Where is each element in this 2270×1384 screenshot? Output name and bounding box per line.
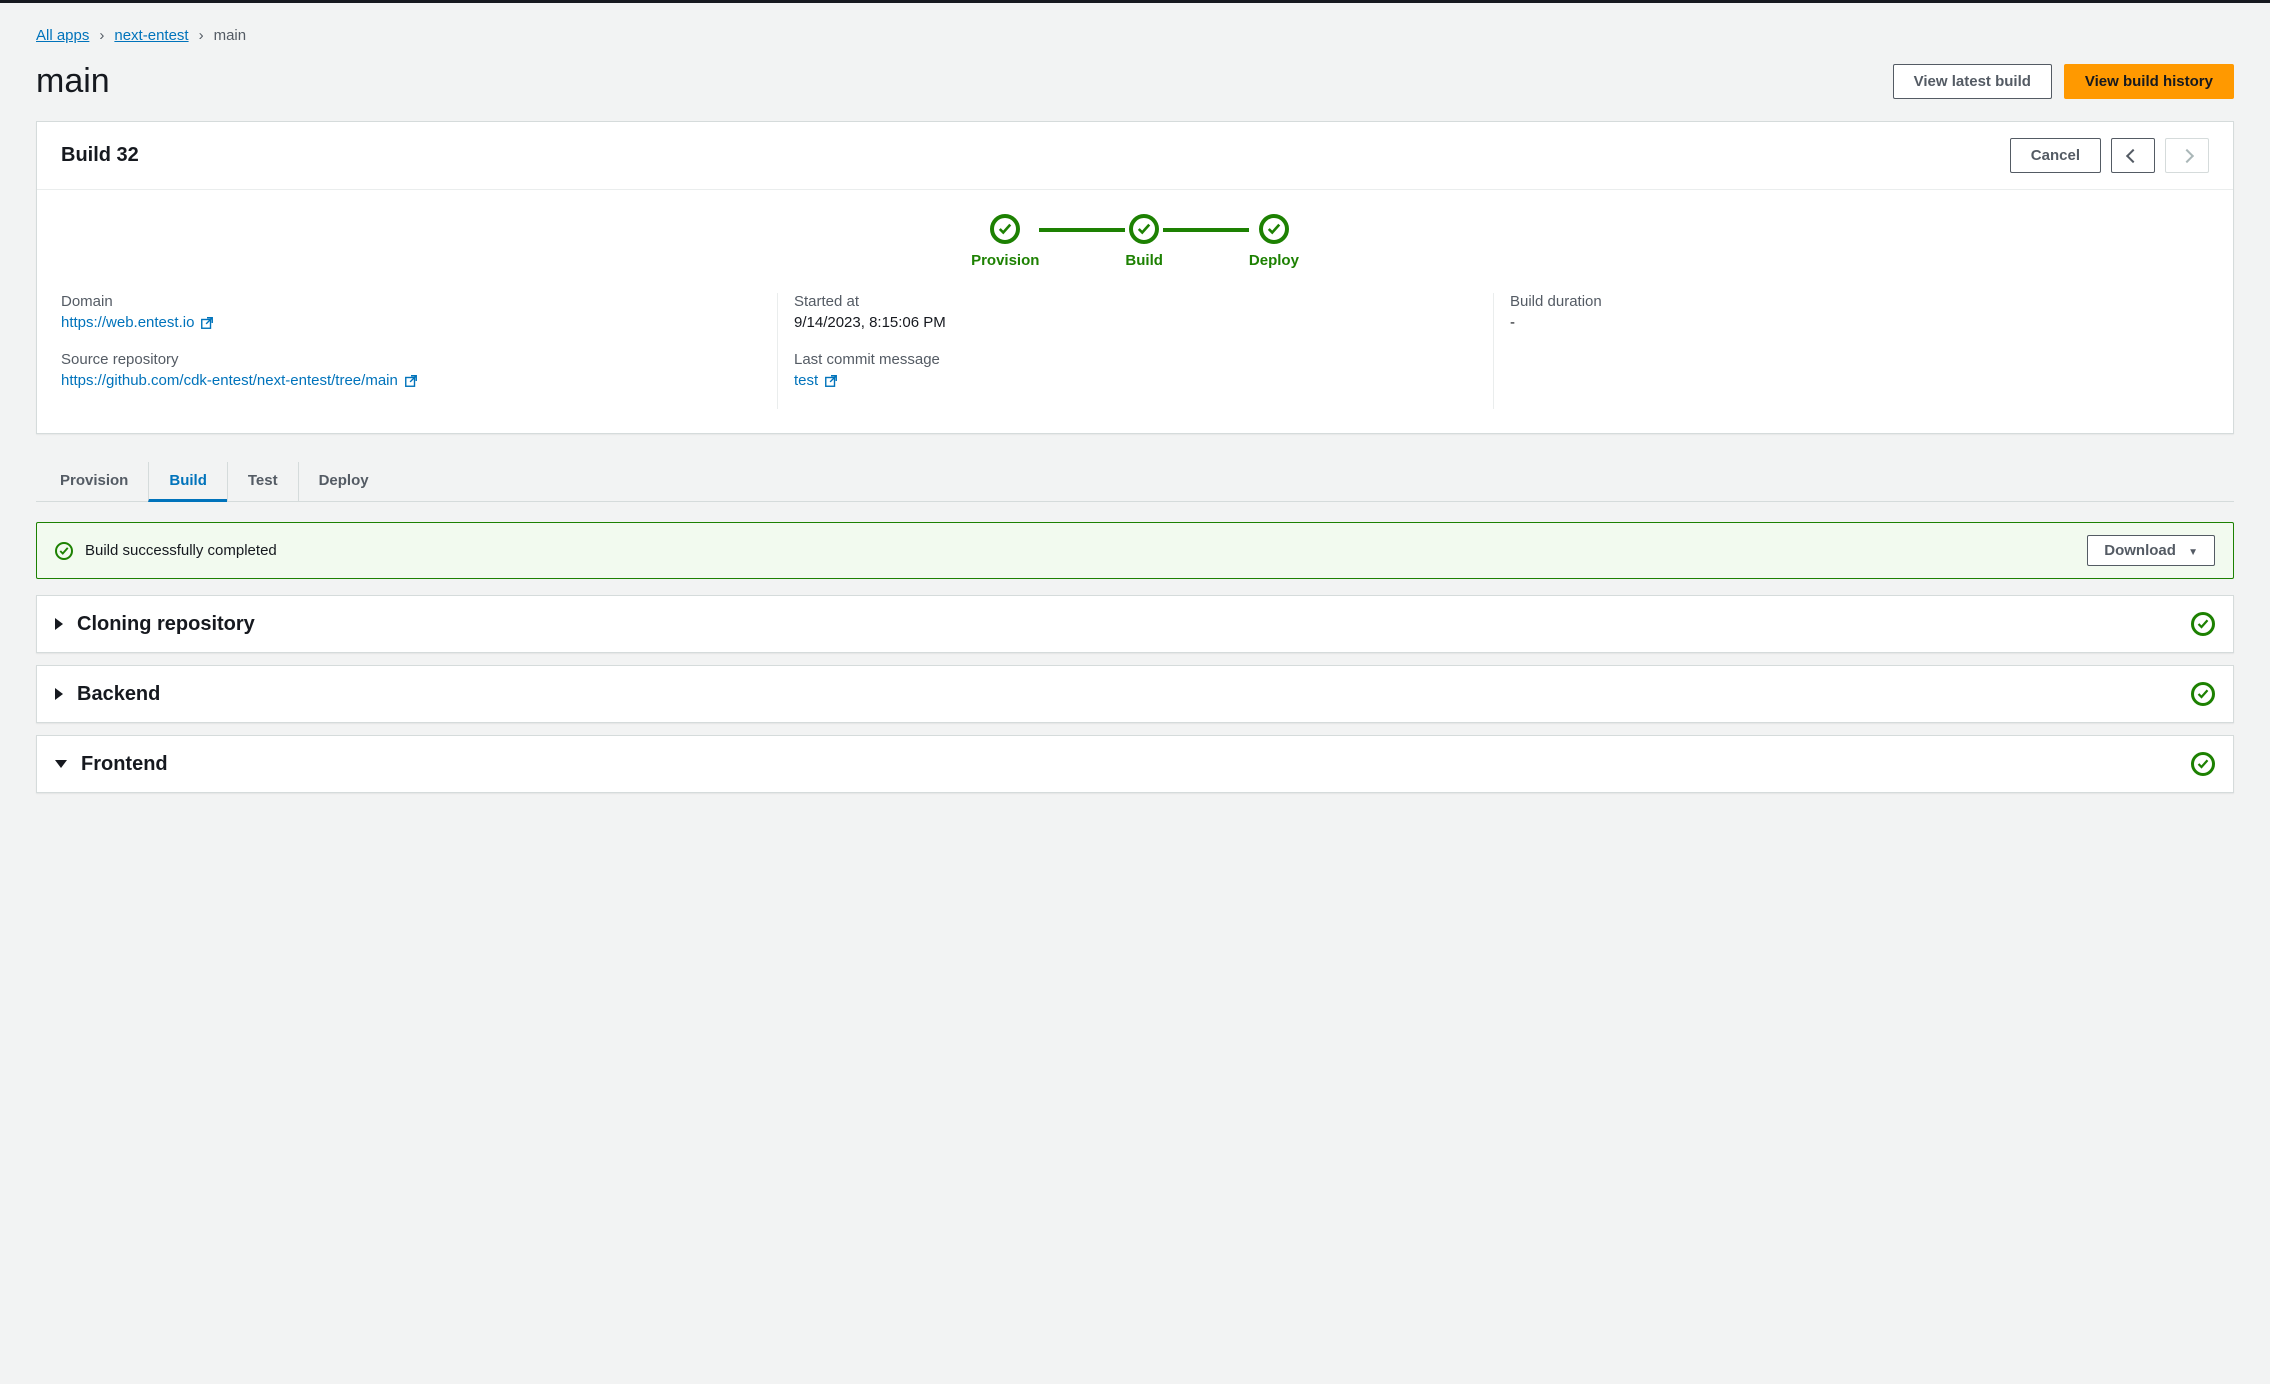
section-backend-header[interactable]: Backend [37,666,2233,722]
chevron-right-icon [2180,148,2194,162]
stage-label: Provision [971,252,1039,269]
stage-build: Build [1125,214,1163,269]
pipeline-connector [1163,228,1249,232]
section-backend: Backend [36,665,2234,723]
pipeline-connector [1039,228,1125,232]
commit-link[interactable]: test [794,372,818,389]
prev-build-button[interactable] [2111,138,2155,173]
chevron-left-icon [2126,148,2140,162]
check-circle-icon [1259,214,1289,244]
section-frontend-header[interactable]: Frontend [37,736,2233,792]
stage-label: Build [1125,252,1163,269]
build-success-alert: Build successfully completed Download ▼ [36,522,2234,579]
caret-down-icon: ▼ [2188,547,2198,558]
build-title: Build 32 [61,144,139,167]
cancel-button[interactable]: Cancel [2010,138,2101,173]
next-build-button[interactable] [2165,138,2209,173]
stage-provision: Provision [971,214,1039,269]
section-frontend: Frontend [36,735,2234,793]
tab-test[interactable]: Test [227,462,298,501]
check-circle-icon [1129,214,1159,244]
section-title: Backend [77,683,160,706]
external-link-icon [824,374,838,388]
chevron-right-icon: › [199,27,204,44]
page-title: main [36,62,110,101]
check-circle-icon [55,542,73,560]
breadcrumb-current: main [214,27,247,44]
external-link-icon [200,316,214,330]
section-cloning-header[interactable]: Cloning repository [37,596,2233,652]
stage-label: Deploy [1249,252,1299,269]
caret-right-icon [55,618,63,630]
commit-label: Last commit message [794,351,1477,368]
tab-provision[interactable]: Provision [40,462,148,501]
tabs: Provision Build Test Deploy [36,462,2234,502]
breadcrumb-all-apps[interactable]: All apps [36,27,89,44]
tab-build[interactable]: Build [148,462,227,502]
duration-label: Build duration [1510,293,2193,310]
started-value: 9/14/2023, 8:15:06 PM [794,314,1477,331]
view-latest-build-button[interactable]: View latest build [1893,64,2052,99]
pipeline: Provision Build Deploy [37,214,2233,269]
duration-value: - [1510,314,2193,331]
check-circle-icon [2191,752,2215,776]
domain-label: Domain [61,293,761,310]
repo-link[interactable]: https://github.com/cdk-entest/next-entes… [61,372,398,389]
section-title: Cloning repository [77,613,255,636]
caret-right-icon [55,688,63,700]
breadcrumb-app[interactable]: next-entest [114,27,188,44]
check-circle-icon [2191,612,2215,636]
chevron-right-icon: › [99,27,104,44]
check-circle-icon [990,214,1020,244]
alert-message: Build successfully completed [85,542,277,559]
tab-deploy[interactable]: Deploy [298,462,389,501]
view-build-history-button[interactable]: View build history [2064,64,2234,99]
domain-link[interactable]: https://web.entest.io [61,314,194,331]
started-label: Started at [794,293,1477,310]
download-button[interactable]: Download ▼ [2087,535,2215,566]
download-label: Download [2104,542,2176,559]
check-circle-icon [2191,682,2215,706]
stage-deploy: Deploy [1249,214,1299,269]
caret-down-icon [55,760,67,768]
repo-label: Source repository [61,351,761,368]
section-title: Frontend [81,753,168,776]
breadcrumb: All apps › next-entest › main [36,27,2234,44]
external-link-icon [404,374,418,388]
build-card: Build 32 Cancel Provision [36,121,2234,434]
section-cloning: Cloning repository [36,595,2234,653]
